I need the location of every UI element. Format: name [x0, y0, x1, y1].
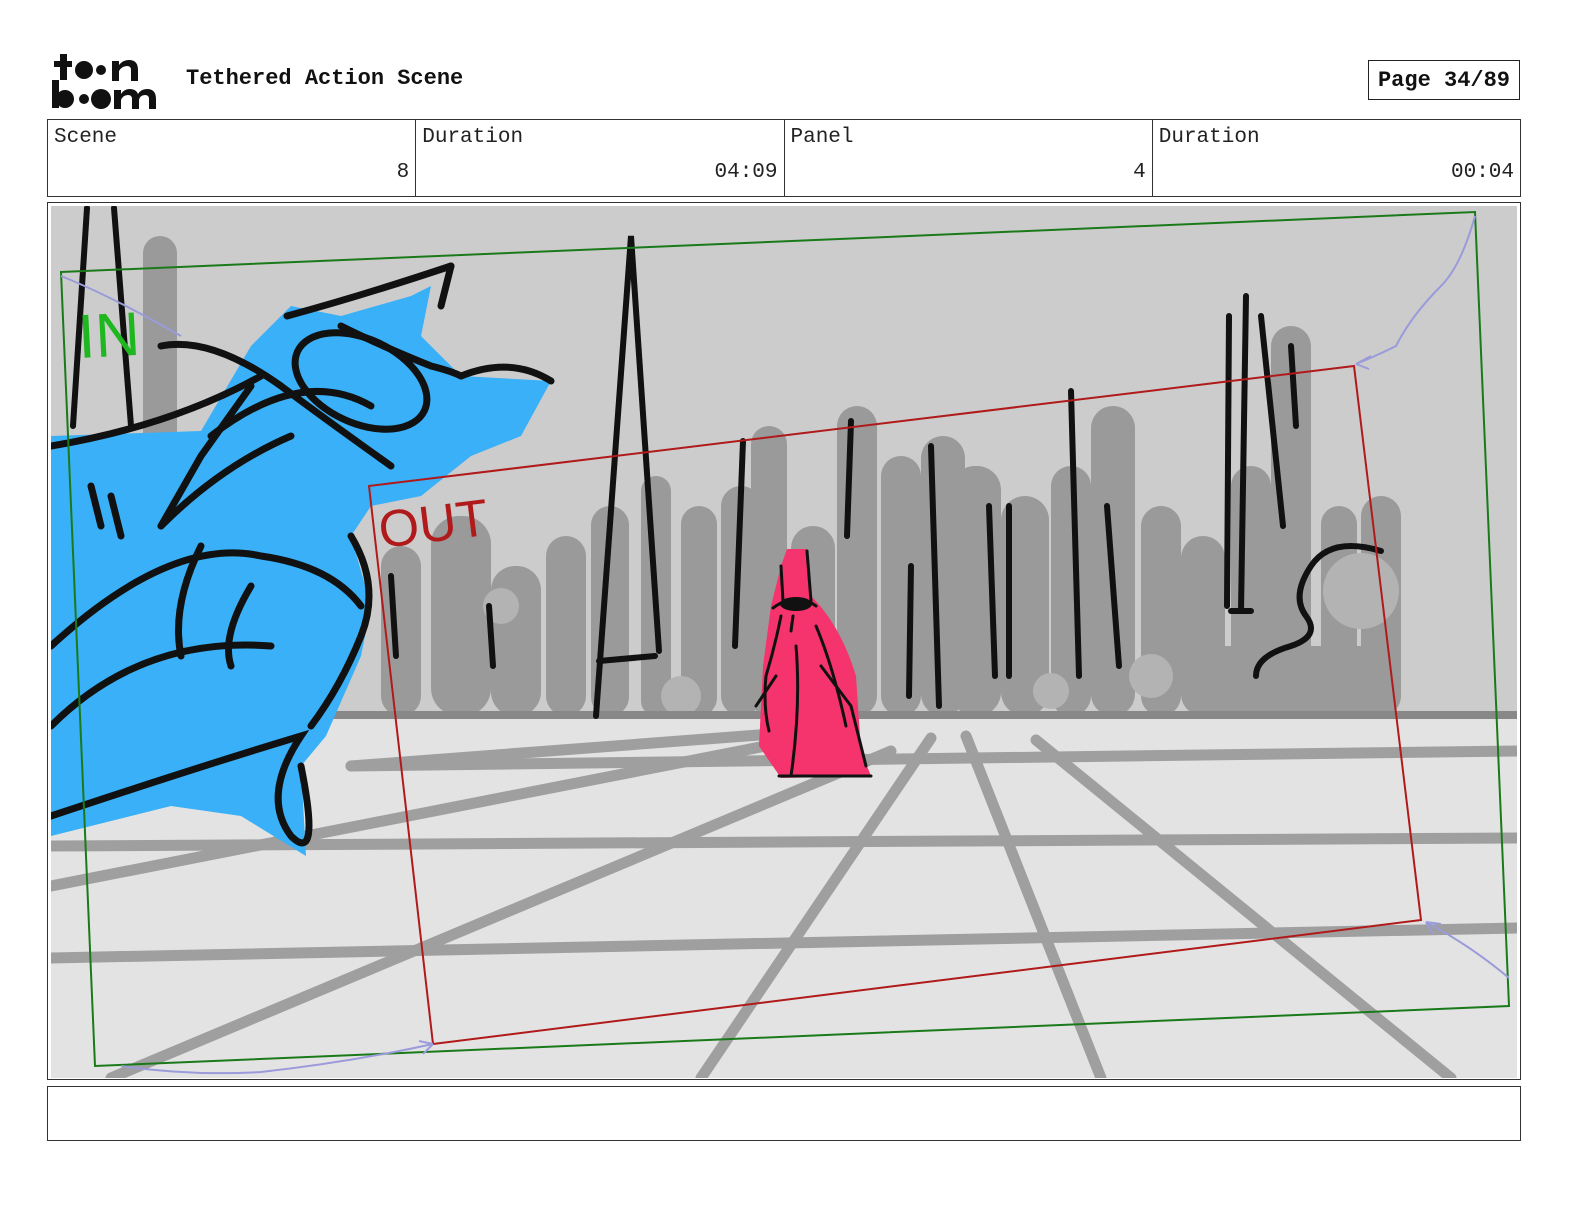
scene-duration-cell: Duration 04:09 — [416, 120, 785, 196]
panel-duration-label: Duration — [1158, 126, 1260, 149]
toonboom-logo — [50, 50, 166, 114]
panel-value: 4 — [1133, 161, 1146, 184]
page-indicator: Page 34/89 — [1368, 60, 1520, 100]
panel-cell: Panel 4 — [785, 120, 1153, 196]
scene-duration-label: Duration — [422, 126, 524, 149]
scene-cell: Scene 8 — [48, 120, 417, 196]
scene-info-table: Scene 8 Duration 04:09 Panel 4 Duration … — [47, 119, 1521, 197]
panel-duration-value: 00:04 — [1450, 161, 1514, 184]
in-frame-label: IN — [76, 300, 142, 372]
panel-notes-box — [47, 1086, 1521, 1141]
storyboard-panel: IN OUT — [47, 202, 1521, 1080]
panel-drawing: IN OUT — [51, 206, 1517, 1078]
scene-duration-value: 04:09 — [714, 161, 778, 184]
document-title: Tethered Action Scene — [186, 66, 464, 91]
scene-value: 8 — [396, 161, 410, 184]
horizon-line — [331, 711, 1517, 719]
scene-label: Scene — [54, 126, 118, 149]
panel-label: Panel — [790, 126, 854, 149]
panel-duration-cell: Duration 00:04 — [1153, 120, 1520, 196]
